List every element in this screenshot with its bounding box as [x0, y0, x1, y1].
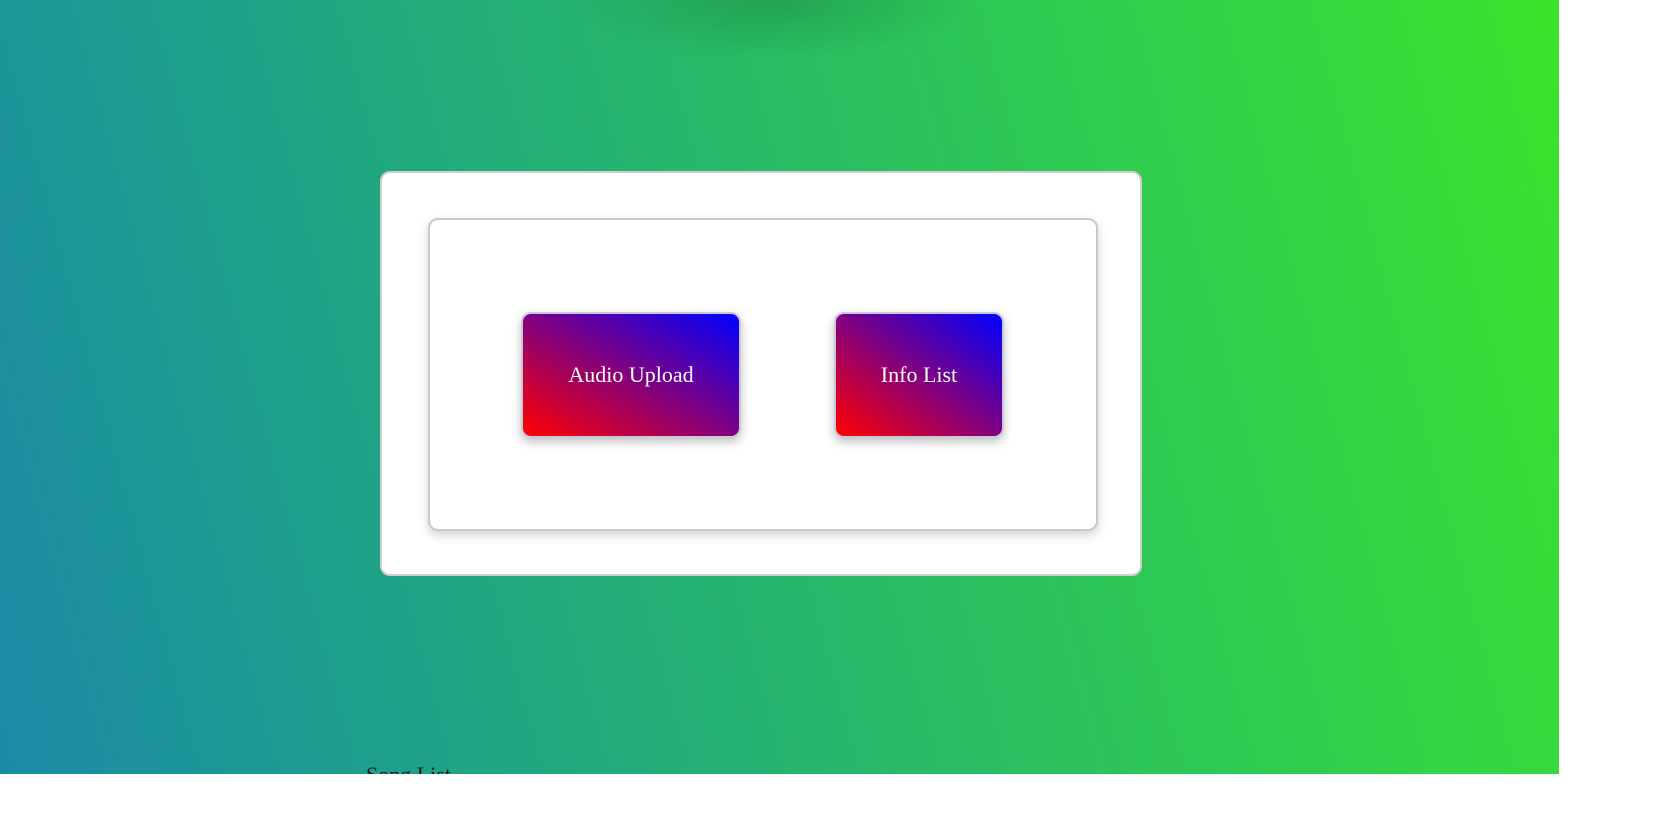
page-background: Audio Upload Info List Song List: [0, 0, 1559, 774]
info-list-button[interactable]: Info List: [834, 312, 1004, 438]
viewport-bottom-edge: [0, 774, 1676, 827]
outer-card: Audio Upload Info List: [380, 171, 1142, 576]
song-list-heading: Song List: [366, 762, 451, 774]
audio-upload-button[interactable]: Audio Upload: [521, 312, 741, 438]
viewport-right-edge: [1559, 0, 1676, 827]
top-glow-decoration: [560, 0, 980, 60]
menu-panel: Audio Upload Info List: [428, 218, 1098, 531]
